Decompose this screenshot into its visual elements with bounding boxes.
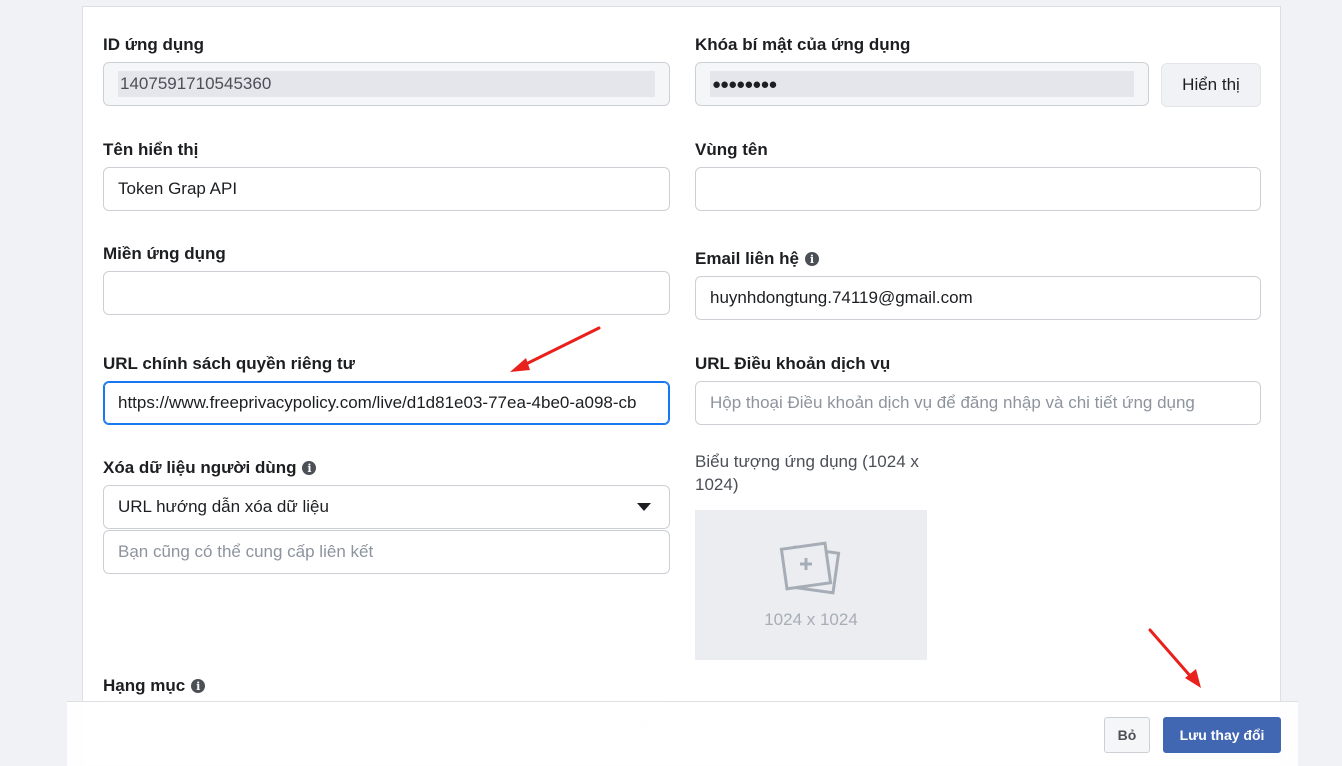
app-secret-field: ●●●●●●●● (695, 62, 1149, 106)
contact-email-input[interactable]: huynhdongtung.74119@gmail.com (695, 276, 1261, 320)
show-secret-button[interactable]: Hiển thị (1161, 63, 1261, 107)
app-icon-size-text: 1024 x 1024 (764, 610, 858, 629)
tos-url-input[interactable]: Hộp thoại Điều khoản dịch vụ để đăng nhậ… (695, 381, 1261, 425)
namespace-input[interactable] (695, 167, 1261, 211)
app-domains-label: Miền ứng dụng (103, 244, 226, 263)
info-icon[interactable]: i (302, 461, 317, 475)
data-deletion-url-input[interactable]: Bạn cũng có thể cung cấp liên kết (103, 530, 670, 574)
category-label: Hạng mục i (103, 676, 206, 696)
namespace-label: Vùng tên (695, 140, 768, 159)
tos-url-label: URL Điều khoản dịch vụ (695, 354, 891, 373)
app-secret-label: Khóa bí mật của ứng dụng (695, 35, 911, 54)
app-domains-input[interactable] (103, 271, 670, 315)
data-deletion-label: Xóa dữ liệu người dùng i (103, 458, 317, 478)
display-name-label: Tên hiển thị (103, 140, 199, 159)
image-placeholder-icon (779, 541, 841, 595)
data-deletion-select[interactable]: URL hướng dẫn xóa dữ liệu (103, 485, 670, 529)
cancel-button[interactable]: Bỏ (1104, 717, 1150, 753)
app-id-value: 1407591710545360 (120, 74, 272, 93)
privacy-url-input[interactable]: https://www.freeprivacypolicy.com/live/d… (103, 381, 670, 425)
privacy-url-label: URL chính sách quyền riêng tư (103, 354, 355, 373)
save-changes-button[interactable]: Lưu thay đổi (1163, 717, 1281, 753)
display-name-input[interactable]: Token Grap API (103, 167, 670, 211)
chevron-down-icon (637, 503, 651, 511)
app-secret-value: ●●●●●●●● (712, 75, 777, 93)
app-id-label: ID ứng dụng (103, 35, 205, 54)
app-id-field: 1407591710545360 (103, 62, 670, 106)
app-icon-label: Biểu tượng ứng dụng (1024 x 1024) (695, 452, 919, 494)
info-icon[interactable]: i (804, 252, 819, 266)
app-icon-upload[interactable]: 1024 x 1024 (695, 510, 927, 660)
info-icon[interactable]: i (191, 679, 206, 693)
contact-email-label: Email liên hệ i (695, 249, 819, 269)
